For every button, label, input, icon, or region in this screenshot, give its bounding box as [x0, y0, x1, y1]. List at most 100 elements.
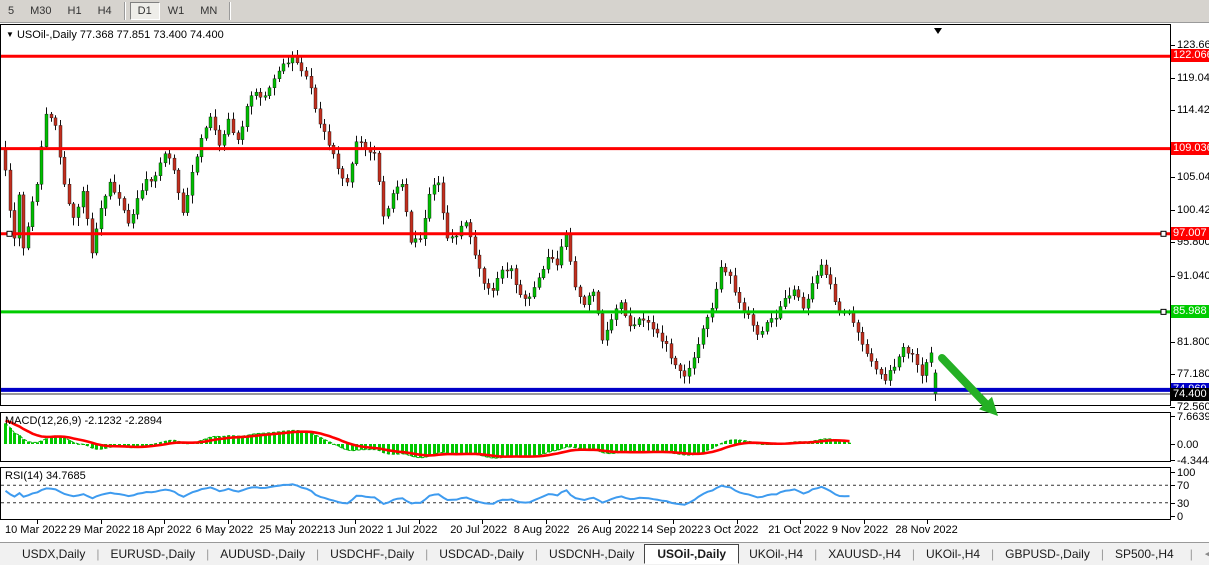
- macd-tick-dash: [1170, 460, 1175, 461]
- tab-xauusd-h4[interactable]: XAUUSD-,H4: [818, 545, 911, 563]
- toolbar-divider: [124, 2, 126, 20]
- date-label: 18 Apr 2022: [132, 524, 191, 536]
- candlestick-chart[interactable]: [1, 25, 1170, 405]
- tab-usdchf-daily[interactable]: USDCHF-,Daily: [320, 545, 424, 563]
- chart-title: ▼ USOil-,Daily 77.368 77.851 73.400 74.4…: [6, 29, 228, 41]
- macd-values: -2.1232 -2.2894: [84, 415, 162, 427]
- rsi-chart: [1, 468, 1170, 519]
- chart-title-text: USOil-,Daily 77.368 77.851 73.400 74.400: [17, 29, 224, 41]
- price-badge-85.988: 85.988: [1171, 305, 1209, 318]
- rsi-tick-dash: [1170, 503, 1175, 504]
- price-badge-109.036: 109.036: [1171, 142, 1209, 155]
- rsi-label: RSI(14): [5, 470, 43, 482]
- scroll-left-button[interactable]: ◄: [1199, 547, 1209, 562]
- price-tick-label: 81.800: [1177, 336, 1209, 349]
- rsi-axis-label: 30: [1177, 498, 1209, 511]
- date-label: 8 Aug 2022: [514, 524, 570, 536]
- tab-scroll-controls: |◄►: [1184, 547, 1209, 562]
- rsi-tick-dash: [1170, 472, 1175, 473]
- macd-tick-dash: [1170, 444, 1175, 445]
- date-label: 26 Aug 2022: [577, 524, 639, 536]
- tab-usdcad-daily[interactable]: USDCAD-,Daily: [429, 545, 534, 563]
- line-handle[interactable]: [7, 231, 12, 236]
- price-badge-97.007: 97.007: [1171, 227, 1209, 240]
- rsi-tick-dash: [1170, 516, 1175, 517]
- tab-usdx-daily[interactable]: USDX,Daily: [12, 545, 95, 563]
- tab-ukoil-h4[interactable]: UKOil-,H4: [739, 545, 813, 563]
- price-tick-label: 105.040: [1177, 171, 1209, 184]
- timeframe-toolbar: 5M30H1H4 D1W1MN: [0, 0, 1209, 23]
- symbol-dropdown-icon[interactable]: ▼: [6, 30, 14, 39]
- price-tick-dash: [1170, 242, 1175, 243]
- price-tick-dash: [1170, 342, 1175, 343]
- price-tick-dash: [1170, 276, 1175, 277]
- price-tick-label: 114.420: [1177, 104, 1209, 117]
- price-tick-dash: [1170, 210, 1175, 211]
- price-tick-dash: [1170, 177, 1175, 178]
- tab-sp500-h4[interactable]: SP500-,H4: [1105, 545, 1184, 563]
- date-label: 21 Oct 2022: [768, 524, 828, 536]
- rsi-axis-label: 0: [1177, 511, 1209, 524]
- rsi-axis-label: 70: [1177, 480, 1209, 493]
- price-tick-dash: [1170, 45, 1175, 46]
- toolbar-divider: [229, 2, 231, 20]
- rsi-axis-label: 100: [1177, 467, 1209, 480]
- timeframe-button-h1[interactable]: H1: [60, 2, 90, 20]
- symbol-tab-bar: USDX,Daily|EURUSD-,Daily|AUDUSD-,Daily|U…: [0, 542, 1209, 565]
- timeframe-button-d1[interactable]: D1: [130, 2, 160, 20]
- price-tick-dash: [1170, 110, 1175, 111]
- macd-axis-label: 0.00: [1177, 439, 1209, 452]
- mt4-chart-window: { "toolbar": { "timeframes": ["5", "M30"…: [0, 0, 1209, 565]
- rsi-tick-dash: [1170, 485, 1175, 486]
- line-handle[interactable]: [1161, 309, 1166, 314]
- macd-main-line: [6, 423, 850, 458]
- tab-usoil-daily[interactable]: USOil-,Daily: [644, 544, 739, 564]
- rsi-label-row: RSI(14) 34.7685: [5, 470, 86, 482]
- tab-gbpusd-daily[interactable]: GBPUSD-,Daily: [995, 545, 1100, 563]
- date-label: 25 May 2022: [259, 524, 323, 536]
- current-price-badge: 74.400: [1171, 388, 1209, 401]
- price-tick-label: 119.040: [1177, 72, 1209, 85]
- timeframe-button-5[interactable]: 5: [0, 2, 22, 20]
- line-handle[interactable]: [1161, 231, 1166, 236]
- date-label: 20 Jul 2022: [450, 524, 507, 536]
- date-label: 28 Nov 2022: [895, 524, 957, 536]
- price-tick-label: 77.180: [1177, 368, 1209, 381]
- chart-shift-marker-icon[interactable]: [934, 28, 942, 34]
- rsi-line: [6, 484, 850, 505]
- macd-indicator-panel[interactable]: [0, 412, 1171, 462]
- tab-usdcnh-daily[interactable]: USDCNH-,Daily: [539, 545, 644, 563]
- price-tick-dash: [1170, 407, 1175, 408]
- macd-axis-label: 7.6639: [1177, 411, 1209, 424]
- rsi-indicator-panel[interactable]: [0, 467, 1171, 520]
- macd-tick-dash: [1170, 416, 1175, 417]
- timeframe-button-h4[interactable]: H4: [90, 2, 120, 20]
- date-label: 13 Jun 2022: [323, 524, 384, 536]
- time-axis: 10 Mar 202229 Mar 202218 Apr 2022 6 May 2…: [0, 520, 1171, 540]
- price-tick-dash: [1170, 374, 1175, 375]
- date-label: 6 May 2022: [196, 524, 253, 536]
- date-label: 10 Mar 2022: [5, 524, 67, 536]
- tab-scroll-divider: |: [1190, 547, 1193, 561]
- tab-eurusd-daily[interactable]: EURUSD-,Daily: [100, 545, 205, 563]
- timeframe-button-m30[interactable]: M30: [22, 2, 59, 20]
- tab-audusd-daily[interactable]: AUDUSD-,Daily: [210, 545, 315, 563]
- tab-ukoil-h4[interactable]: UKOil-,H4: [916, 545, 990, 563]
- date-label: 1 Jul 2022: [387, 524, 438, 536]
- macd-label-row: MACD(12,26,9) -2.1232 -2.2894: [5, 415, 162, 427]
- price-tick-label: 91.040: [1177, 270, 1209, 283]
- price-tick-dash: [1170, 78, 1175, 79]
- price-badge-122.066: 122.066: [1171, 49, 1209, 62]
- timeframe-button-mn[interactable]: MN: [192, 2, 225, 20]
- price-tick-label: 100.420: [1177, 204, 1209, 217]
- candles-group: [4, 50, 937, 401]
- date-label: 29 Mar 2022: [69, 524, 131, 536]
- main-price-chart-panel[interactable]: [0, 24, 1171, 406]
- macd-label: MACD(12,26,9): [5, 415, 81, 427]
- date-label: 3 Oct 2022: [705, 524, 759, 536]
- horizontal-lines-group[interactable]: [1, 56, 1170, 394]
- macd-chart: [1, 413, 1170, 461]
- timeframe-button-w1[interactable]: W1: [160, 2, 193, 20]
- date-label: 14 Sep 2022: [641, 524, 703, 536]
- rsi-value: 34.7685: [46, 470, 86, 482]
